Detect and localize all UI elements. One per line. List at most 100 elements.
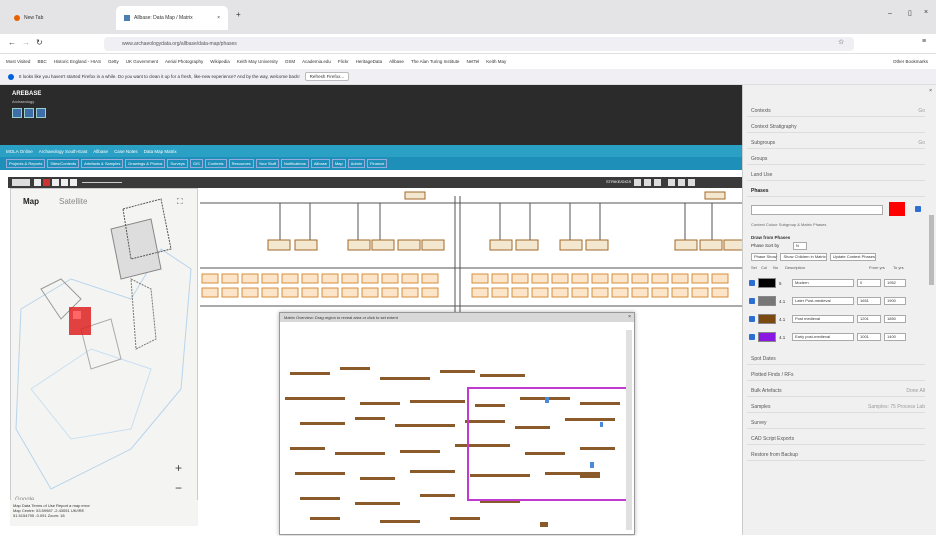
phase-slider[interactable] — [751, 205, 883, 215]
phase-to[interactable]: 1850 — [884, 315, 906, 323]
menu-item[interactable]: Finance — [367, 159, 388, 168]
section-subgroups[interactable]: Subgroups Go — [747, 137, 925, 149]
phase-show-button[interactable]: Phase Show — [751, 253, 778, 261]
phase-checkbox[interactable] — [749, 280, 755, 286]
zoom-out-button[interactable]: − — [175, 481, 182, 495]
samples-info[interactable]: Samples: 75 Process Lab — [868, 404, 925, 410]
map-panel[interactable]: Map Satellite ⛶ + − Google — [10, 188, 198, 526]
bookmark-item[interactable]: Aerial Photography — [165, 59, 203, 64]
forward-icon[interactable]: → — [22, 38, 30, 47]
section-cad-exports[interactable]: CAD Script Exports — [747, 433, 925, 445]
close-icon[interactable]: × — [929, 88, 932, 94]
nav-item[interactable]: Case Notes — [114, 149, 138, 154]
bookmark-item[interactable]: Keith May — [486, 59, 506, 64]
bookmark-item[interactable]: Academia.edu — [302, 59, 331, 64]
sidebar-scrollbar[interactable] — [929, 215, 934, 285]
phase-sort-select[interactable]: N — [793, 242, 807, 250]
tool-icon[interactable] — [654, 179, 661, 186]
bookmark-item[interactable]: Flickr — [338, 59, 349, 64]
tool-icon[interactable] — [644, 179, 651, 186]
section-restore-backup[interactable]: Restore from Backup — [747, 449, 925, 461]
section-land-use[interactable]: Land Use — [747, 169, 925, 181]
user-icon[interactable] — [24, 108, 34, 118]
update-phases-button[interactable]: Update Context Phases — [829, 253, 876, 261]
nav-item[interactable]: MOLA Online — [6, 149, 33, 154]
settings-icon[interactable] — [36, 108, 46, 118]
phase-to[interactable]: 1900 — [884, 297, 906, 305]
section-contexts[interactable]: Contexts Go — [747, 105, 925, 117]
nav-item[interactable]: Allbase — [93, 149, 108, 154]
menu-item[interactable]: Projects & Reports — [6, 159, 46, 168]
section-spot-dates[interactable]: Spot Dates — [747, 353, 925, 365]
menu-item[interactable]: Map — [331, 159, 346, 168]
nav-item[interactable]: Data Map Matrix — [144, 149, 177, 154]
section-plotted-finds[interactable]: Plotted Finds / RFs — [747, 369, 925, 381]
go-button[interactable]: Go — [918, 108, 925, 114]
reload-icon[interactable]: ↻ — [36, 38, 43, 47]
menu-item[interactable]: Drawings & Photos — [125, 159, 166, 168]
bookmark-item[interactable]: Historic England - HIAS — [54, 59, 101, 64]
globe-icon[interactable] — [12, 108, 22, 118]
url-bar[interactable]: www.archaeologydata.org/allbase/data-map… — [104, 37, 854, 51]
phase-swatch[interactable] — [758, 314, 776, 324]
section-bulk-artefacts[interactable]: Bulk Artefacts Done All — [747, 385, 925, 397]
bookmark-item[interactable]: NetTel — [466, 59, 479, 64]
tab-new-tab[interactable]: New Tab — [6, 6, 110, 30]
bookmark-item[interactable]: Wikipedia — [210, 59, 230, 64]
minimize-icon[interactable]: – — [888, 10, 892, 17]
go-button[interactable]: Go — [918, 140, 925, 146]
bookmark-item[interactable]: OSM — [285, 59, 295, 64]
menu-item[interactable]: Resources — [228, 159, 254, 168]
phase-to[interactable]: 1400 — [884, 333, 906, 341]
refresh-firefox-button[interactable]: Refresh Firefox... — [304, 72, 350, 81]
bookmark-item[interactable]: HeritageData — [356, 59, 383, 64]
phase-to[interactable]: 1952 — [884, 279, 906, 287]
matrix-svg[interactable] — [200, 188, 742, 328]
phase-from[interactable]: 0 — [857, 279, 881, 287]
menu-item[interactable]: Your Stuff — [255, 159, 280, 168]
tab-allbase[interactable]: Allbase: Data Map / Matrix × — [116, 6, 228, 30]
phase-row[interactable]: 4.1 Post medieval 1201 1850 — [749, 313, 925, 325]
section-survey[interactable]: Survey — [747, 417, 925, 429]
phase-from[interactable]: 1651 — [857, 297, 881, 305]
bookmark-item[interactable]: UK Government — [126, 59, 158, 64]
matrix-diagram[interactable] — [200, 188, 742, 328]
phase-checkbox[interactable] — [749, 316, 755, 322]
phase-swatch[interactable] — [758, 332, 776, 342]
phase-checkbox[interactable] — [749, 334, 755, 340]
section-context-stratigraphy[interactable]: Context Stratigraphy — [747, 121, 925, 133]
phase-desc[interactable]: Post medieval — [792, 315, 854, 323]
close-window-icon[interactable]: × — [924, 9, 928, 16]
section-phases[interactable]: Phases — [747, 185, 925, 197]
scrollbar[interactable] — [626, 330, 632, 530]
zoom-icon[interactable] — [61, 179, 68, 186]
tool-icon[interactable] — [634, 179, 641, 186]
section-samples[interactable]: Samples Samples: 75 Process Lab — [747, 401, 925, 413]
menu-item[interactable]: Surveys — [167, 159, 188, 168]
menu-item[interactable]: Admin — [347, 159, 366, 168]
bookmark-item[interactable]: Allbase — [389, 59, 404, 64]
menu-item[interactable]: Contexts — [204, 159, 227, 168]
phase-row[interactable]: 4.1 Early post-medieval 1001 1400 — [749, 331, 925, 343]
layer-icon[interactable] — [34, 179, 41, 186]
show-children-button[interactable]: Show Children in Matrix — [780, 253, 827, 261]
section-groups[interactable]: Groups — [747, 153, 925, 165]
phase-checkbox[interactable] — [915, 206, 921, 212]
tool-icon[interactable] — [688, 179, 695, 186]
phase-desc[interactable]: Later Post-medieval — [792, 297, 854, 305]
bookmark-item[interactable]: Most Visited — [6, 59, 30, 64]
new-tab-button[interactable]: + — [236, 10, 241, 19]
close-icon[interactable]: × — [217, 15, 220, 21]
menu-icon[interactable]: ≡ — [922, 38, 926, 45]
marker-icon[interactable] — [43, 179, 50, 186]
phase-colour-swatch[interactable] — [889, 202, 905, 216]
tool-icon[interactable] — [668, 179, 675, 186]
phase-desc[interactable]: Early post-medieval — [792, 333, 854, 341]
menu-item[interactable]: Artefacts & Samples — [81, 159, 124, 168]
matrix-overview-window[interactable]: Matrix Overview: Drag region to reveal a… — [279, 312, 635, 535]
back-icon[interactable]: ← — [8, 38, 16, 47]
phase-from[interactable]: 1001 — [857, 333, 881, 341]
bookmark-item[interactable]: BBC — [37, 59, 46, 64]
phase-swatch[interactable] — [758, 296, 776, 306]
bookmark-star-icon[interactable]: ☆ — [838, 38, 844, 46]
